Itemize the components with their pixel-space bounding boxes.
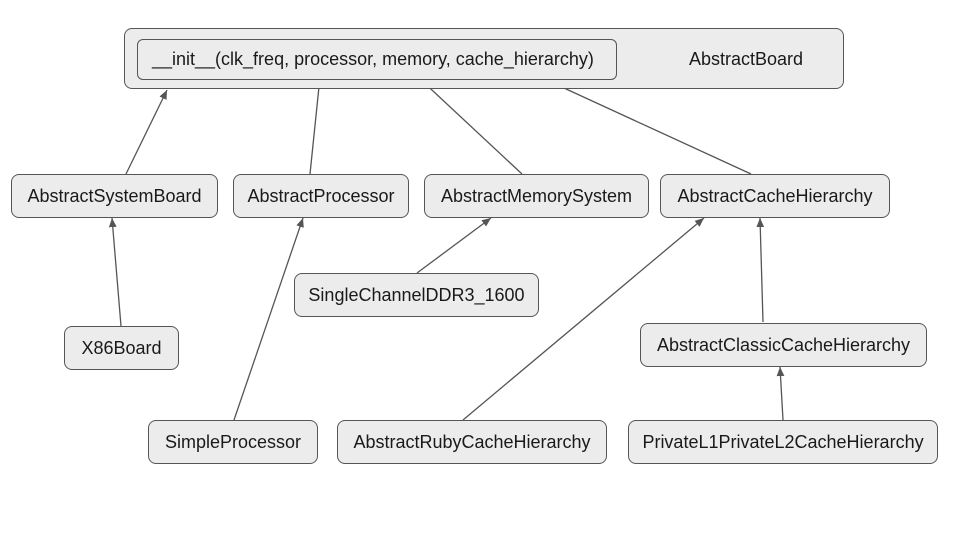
abstract-board-text: AbstractBoard — [689, 49, 803, 69]
single-channel-ddr3-label: SingleChannelDDR3_1600 — [308, 285, 524, 306]
simple-processor-node: SimpleProcessor — [148, 420, 318, 464]
abstract-cache-hierarchy-label: AbstractCacheHierarchy — [677, 186, 872, 207]
private-l1-l2-cache-label: PrivateL1PrivateL2CacheHierarchy — [642, 432, 923, 453]
single-channel-ddr3-node: SingleChannelDDR3_1600 — [294, 273, 539, 317]
abstract-processor-label: AbstractProcessor — [247, 186, 394, 207]
abstract-system-board-node: AbstractSystemBoard — [11, 174, 218, 218]
init-method-box: __init__(clk_freq, processor, memory, ca… — [137, 39, 617, 80]
abstract-cache-hierarchy-node: AbstractCacheHierarchy — [660, 174, 890, 218]
abstract-system-board-label: AbstractSystemBoard — [27, 186, 201, 207]
abstract-memory-system-node: AbstractMemorySystem — [424, 174, 649, 218]
abstract-ruby-cache-node: AbstractRubyCacheHierarchy — [337, 420, 607, 464]
x86-board-label: X86Board — [81, 338, 161, 359]
abstract-board-box: __init__(clk_freq, processor, memory, ca… — [124, 28, 844, 89]
abstract-memory-system-label: AbstractMemorySystem — [441, 186, 632, 207]
abstract-processor-node: AbstractProcessor — [233, 174, 409, 218]
abstract-ruby-cache-label: AbstractRubyCacheHierarchy — [353, 432, 590, 453]
abstract-board-label: AbstractBoard — [689, 49, 803, 70]
private-l1-l2-cache-node: PrivateL1PrivateL2CacheHierarchy — [628, 420, 938, 464]
x86-board-node: X86Board — [64, 326, 179, 370]
simple-processor-label: SimpleProcessor — [165, 432, 301, 453]
abstract-classic-cache-node: AbstractClassicCacheHierarchy — [640, 323, 927, 367]
init-method-label: __init__(clk_freq, processor, memory, ca… — [152, 49, 594, 70]
abstract-classic-cache-label: AbstractClassicCacheHierarchy — [657, 335, 910, 356]
